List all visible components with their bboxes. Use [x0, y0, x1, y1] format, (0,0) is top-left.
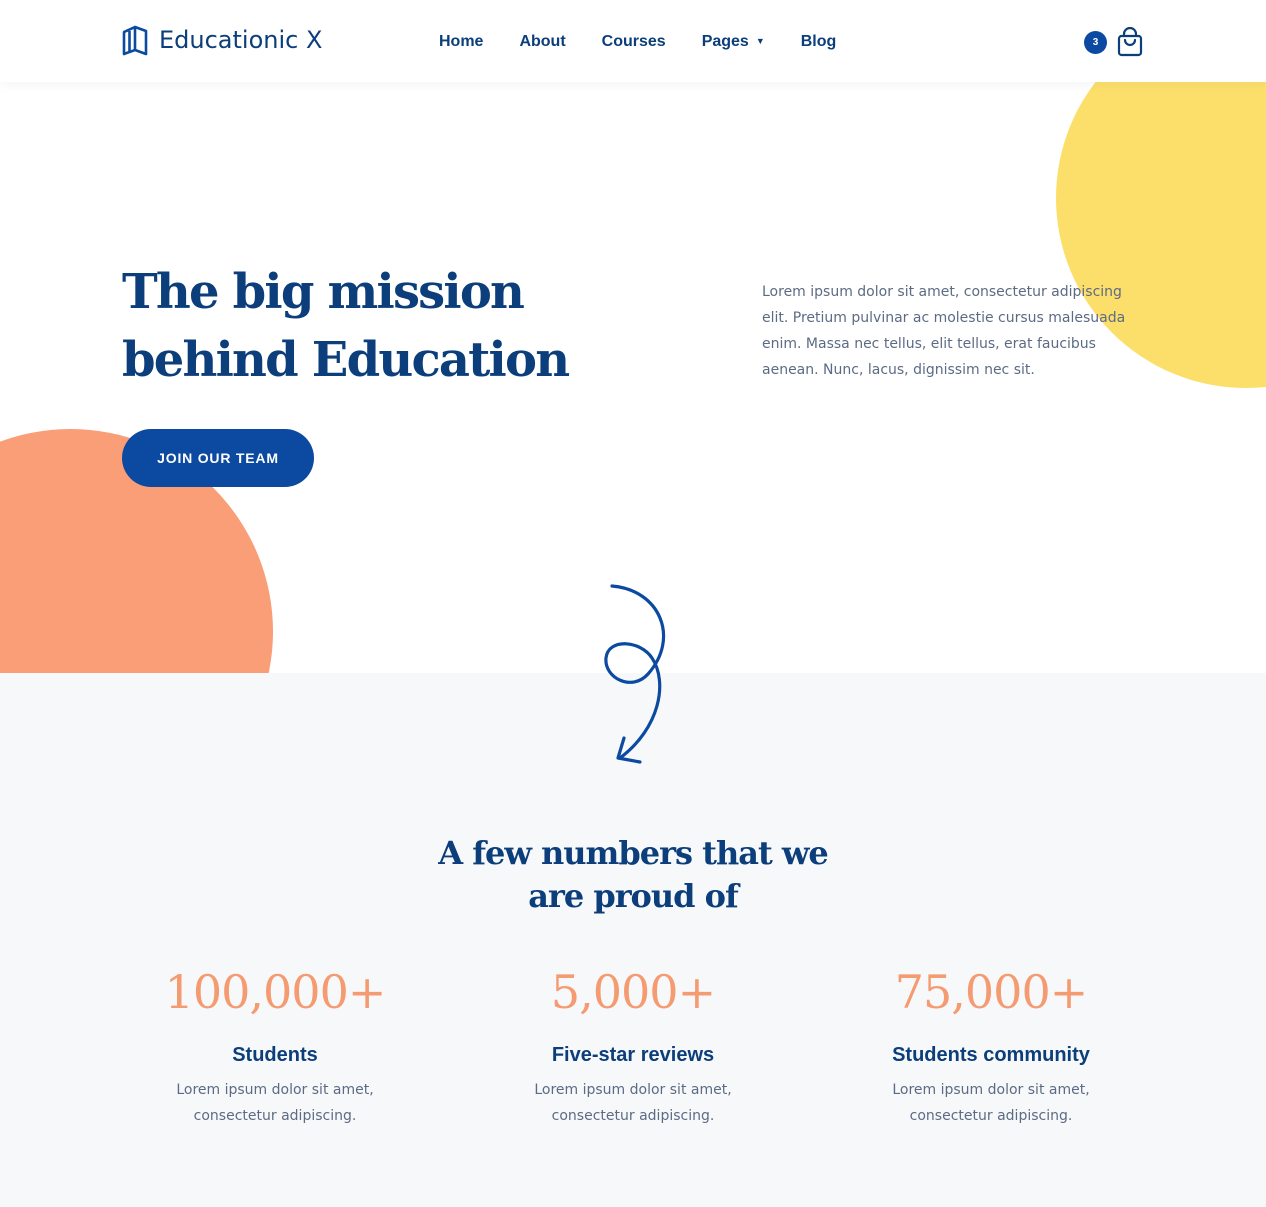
nav-item-home[interactable]: Home [439, 31, 483, 53]
stat-number: 100,000+ [164, 965, 387, 1019]
stat-description: Lorem ipsum dolor sit amet, consectetur … [892, 1082, 1090, 1124]
cart-count-badge: 3 [1084, 30, 1107, 54]
main-nav: Home About Courses Pages ▼ Blog [439, 31, 836, 53]
caret-down-icon: ▼ [755, 36, 765, 46]
stat-card-reviews: 5,000+ Five-star reviews Lorem ipsum dol… [463, 963, 803, 1129]
stat-description: Lorem ipsum dolor sit amet, consectetur … [534, 1082, 732, 1124]
nav-item-courses[interactable]: Courses [602, 31, 666, 53]
stats-heading-line-2: are proud of [528, 877, 739, 915]
stat-card-students: 100,000+ Students Lorem ipsum dolor sit … [105, 963, 445, 1129]
join-our-team-button[interactable]: JOIN OUR TEAM [122, 429, 314, 487]
stat-label: Students community [892, 1044, 1090, 1066]
stat-label: Five-star reviews [551, 1044, 715, 1066]
logo-link[interactable]: Educationic X [121, 24, 322, 56]
hero-title-line-2: behind Education [122, 332, 570, 388]
stat-description: Lorem ipsum dolor sit amet, consectetur … [176, 1082, 374, 1124]
hero-title: The big mission behind Education [122, 258, 682, 394]
squiggle-arrow-icon [604, 584, 666, 764]
stat-label: Students [232, 1044, 318, 1066]
stat-card-community: 75,000+ Students community Lorem ipsum d… [821, 963, 1161, 1129]
stat-number: 5,000+ [550, 965, 716, 1019]
site-header: Educationic X Home About Courses Pages ▼… [0, 0, 1266, 82]
nav-item-pages[interactable]: Pages ▼ [702, 31, 765, 53]
stats-heading-line-1: A few numbers that we [438, 834, 829, 872]
nav-item-about[interactable]: About [519, 31, 565, 53]
cart-button[interactable]: 3 [1084, 27, 1144, 57]
nav-item-blog[interactable]: Blog [801, 31, 837, 53]
nav-item-pages-label: Pages [701, 33, 749, 50]
logo-text: Educationic X [159, 26, 323, 54]
page: Educationic X Home About Courses Pages ▼… [0, 0, 1266, 1207]
hero-title-line-1: The big mission [122, 264, 525, 320]
shopping-bag-icon [1117, 27, 1143, 57]
stat-number: 75,000+ [894, 965, 1089, 1019]
book-icon [122, 25, 148, 56]
hero-description: Lorem ipsum dolor sit amet, consectetur … [762, 284, 1126, 378]
stats-heading: A few numbers that we are proud of [383, 832, 883, 918]
